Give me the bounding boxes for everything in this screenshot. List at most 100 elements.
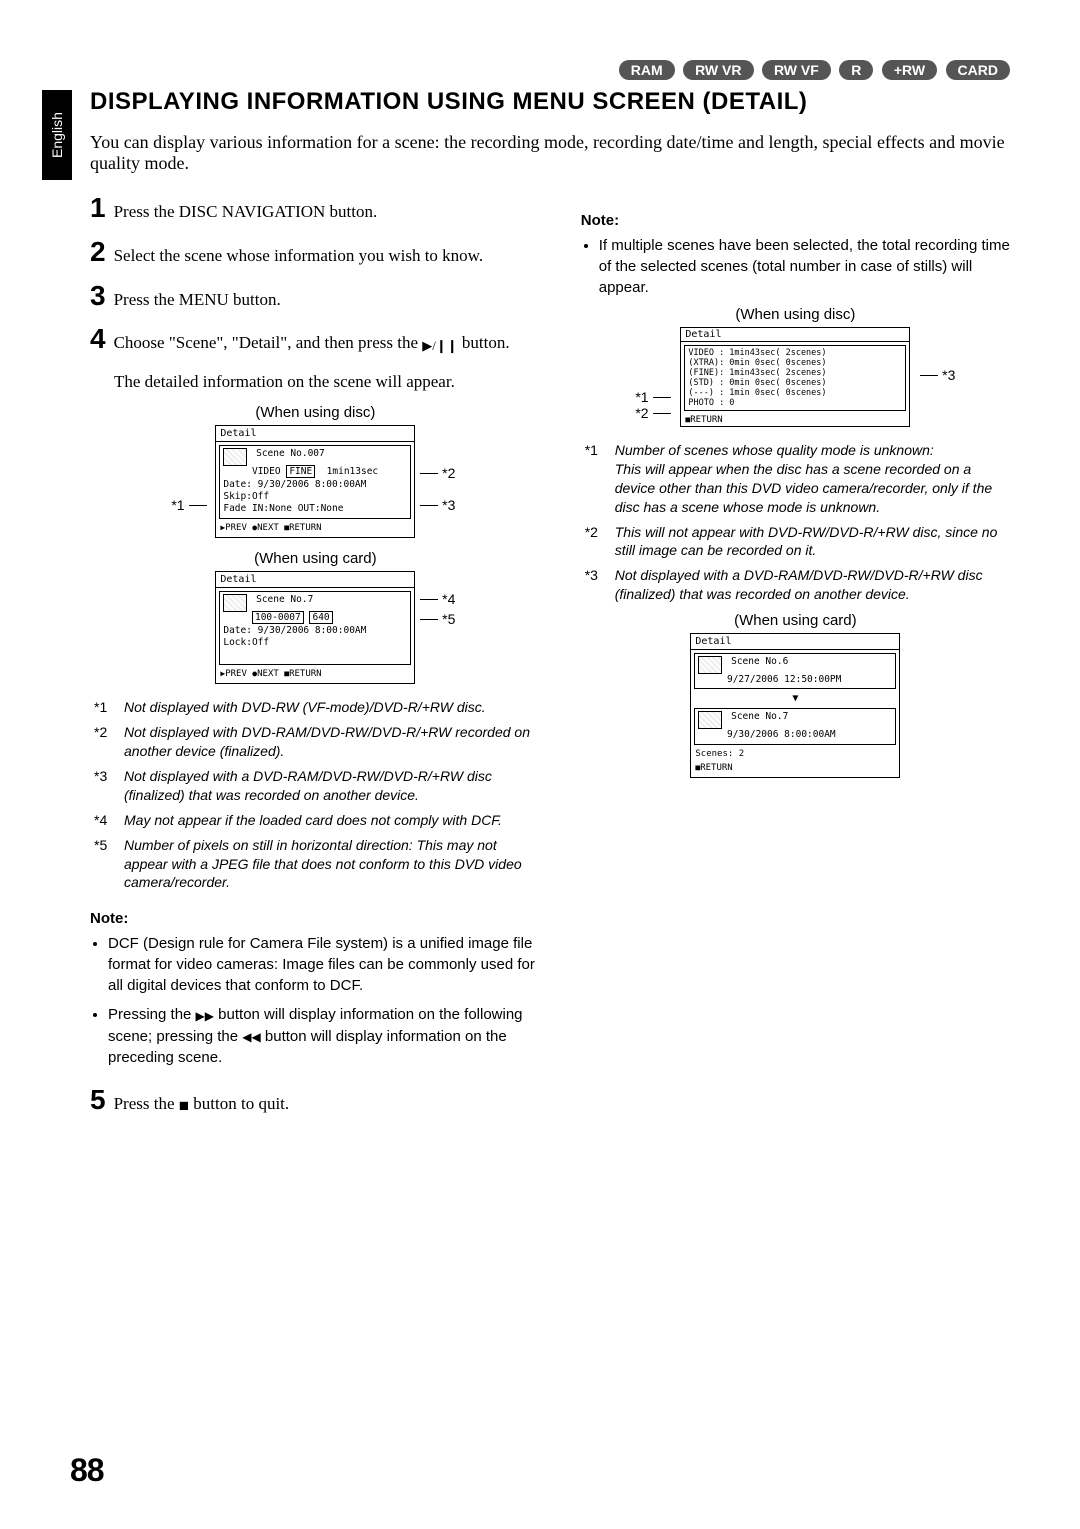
step-2: 2 Select the scene whose information you… — [90, 238, 541, 268]
annot-4: *4 — [420, 591, 455, 607]
row-0: VIDEO : 1min43sec( 2scenes) — [688, 348, 826, 358]
m-annot-1: *1 — [635, 389, 670, 405]
card-caption: (When using card) — [90, 550, 541, 567]
disc-diagram: Detail Scene No.007 VIDEO FINE 1min13sec… — [175, 425, 455, 538]
multi-disc-caption: (When using disc) — [581, 306, 1010, 323]
tag-r: R — [839, 60, 873, 80]
step-4: 4 Choose "Scene", "Detail", and then pre… — [90, 325, 541, 356]
arrow-down-icon: ▼ — [691, 692, 899, 705]
return-label: RETURN — [690, 415, 723, 425]
step-number-2: 2 — [90, 238, 106, 266]
page-number: 88 — [70, 1452, 104, 1489]
fn-r-1: *1 — [585, 441, 607, 517]
annot-1: *1 — [171, 497, 206, 513]
step-text-4: Choose "Scene", "Detail", and then press… — [114, 331, 541, 356]
step-3: 3 Press the MENU button. — [90, 282, 541, 312]
card-diagram: Detail Scene No.7 100-0007 640 Date: 9/3… — [175, 571, 455, 684]
multi-card-caption: (When using card) — [581, 612, 1010, 629]
m-annot-2: *2 — [635, 405, 670, 421]
step-number-5: 5 — [90, 1086, 106, 1114]
mc-d7: 9/30/2006 8:00:00AM — [727, 729, 836, 740]
tag-rwvf: RW VF — [762, 60, 831, 80]
date-line: Date: 9/30/2006 8:00:00AM — [223, 479, 366, 490]
step-number-4: 4 — [90, 325, 106, 353]
fn-l-5t: Number of pixels on still in horizontal … — [124, 836, 541, 893]
step-number-1: 1 — [90, 194, 106, 222]
step-text-1: Press the DISC NAVIGATION button. — [114, 200, 541, 224]
fn-r-1tb: This will appear when the disc has a sce… — [615, 461, 992, 515]
row-2: (FINE): 1min43sec( 2scenes) — [688, 368, 826, 378]
step4-a: Choose "Scene", "Detail", and then press… — [114, 333, 423, 352]
next-label: NEXT — [257, 669, 279, 679]
mc-s6: Scene No.6 — [731, 656, 788, 667]
detail-footer: PREV NEXT RETURN — [216, 522, 414, 536]
prev-label: PREV — [225, 523, 247, 533]
fn-r-1t: Number of scenes whose quality mode is u… — [615, 441, 1010, 517]
step-text-2: Select the scene whose information you w… — [114, 244, 541, 268]
fn-r-3: *3 — [585, 566, 607, 604]
note-dcf: DCF (Design rule for Camera File system)… — [108, 933, 541, 996]
left-footnotes: *1Not displayed with DVD-RW (VF-mode)/DV… — [90, 698, 541, 892]
fn-l-2: *2 — [94, 723, 116, 761]
fn-l-1t: Not displayed with DVD-RW (VF-mode)/DVD-… — [124, 698, 486, 717]
skip-line: Skip:Off — [223, 491, 269, 502]
detail-header: Detail — [216, 426, 414, 442]
return-label: RETURN — [289, 523, 322, 533]
mc-s7: Scene No.7 — [731, 711, 788, 722]
disc-caption: (When using disc) — [90, 404, 541, 421]
note-heading-right: Note: — [581, 212, 1010, 229]
thumbnail-icon — [698, 656, 722, 674]
fn-r-1ta: Number of scenes whose quality mode is u… — [615, 442, 934, 458]
note-multi: If multiple scenes have been selected, t… — [599, 235, 1010, 298]
fn-r-2t: This will not appear with DVD-RW/DVD-R/+… — [615, 523, 1010, 561]
mc-row1: Scene No.6 9/27/2006 12:50:00PM — [694, 653, 896, 689]
intro-text: You can display various information for … — [90, 132, 1010, 174]
photo-row: PHOTO : 0 — [688, 398, 734, 408]
step-number-3: 3 — [90, 282, 106, 310]
mc-count: Scenes: 2 — [691, 748, 899, 762]
step5-a: Press the — [114, 1094, 179, 1113]
step-text-5: Press the button to quit. — [114, 1092, 541, 1117]
step4-b: button. — [458, 333, 510, 352]
annot-3: *3 — [420, 497, 455, 513]
row-1: (XTRA): 0min 0sec( 0scenes) — [688, 358, 826, 368]
fn-l-2t: Not displayed with DVD-RAM/DVD-RW/DVD-R/… — [124, 723, 541, 761]
step-text-3: Press the MENU button. — [114, 288, 541, 312]
multi-card-diagram: Detail Scene No.6 9/27/2006 12:50:00PM ▼… — [675, 633, 915, 778]
mode-box: FINE — [286, 465, 315, 478]
multi-disc-diagram: Detail VIDEO : 1min43sec( 2scenes) (XTRA… — [635, 327, 955, 427]
mc-header: Detail — [691, 634, 899, 650]
tag-plusrw: +RW — [882, 60, 937, 80]
annot-5: *5 — [420, 611, 455, 627]
thumbnail-icon — [223, 448, 247, 466]
fn-l-4t: May not appear if the loaded card does n… — [124, 811, 502, 830]
page-content: RAM RW VR RW VF R +RW CARD DISPLAYING IN… — [0, 0, 1080, 1171]
fn-l-4: *4 — [94, 811, 116, 830]
multi-body: VIDEO : 1min43sec( 2scenes) (XTRA): 0min… — [684, 345, 906, 411]
thumbnail-icon — [698, 711, 722, 729]
mc-d6: 9/27/2006 12:50:00PM — [727, 674, 841, 685]
note-nav: Pressing the button will display informa… — [108, 1004, 541, 1068]
row-4: (---) : 1min 0sec( 0scenes) — [688, 388, 826, 398]
step-5: 5 Press the button to quit. — [90, 1086, 541, 1117]
note-list-left: DCF (Design rule for Camera File system)… — [90, 933, 541, 1068]
card-body: Scene No.7 100-0007 640 Date: 9/30/2006 … — [219, 591, 411, 664]
step-1: 1 Press the DISC NAVIGATION button. — [90, 194, 541, 224]
media-tags-row: RAM RW VR RW VF R +RW CARD — [90, 60, 1010, 80]
mc-row2: Scene No.7 9/30/2006 8:00:00AM — [694, 708, 896, 744]
file-code: 100-0007 — [252, 611, 304, 624]
m-annot-3: *3 — [920, 367, 955, 383]
thumbnail-icon — [223, 594, 247, 612]
card-scene: Scene No.7 — [256, 594, 313, 605]
fade-line: Fade IN:None OUT:None — [223, 503, 343, 514]
video-label: VIDEO — [252, 466, 281, 477]
right-footnotes: *1 Number of scenes whose quality mode i… — [581, 441, 1010, 604]
fn-l-3: *3 — [94, 767, 116, 805]
language-tab: English — [42, 90, 72, 180]
step5-b: button to quit. — [189, 1094, 289, 1113]
prev-label: PREV — [225, 669, 247, 679]
scene-no: Scene No.007 — [256, 448, 325, 459]
tag-ram: RAM — [619, 60, 675, 80]
multi-header: Detail — [681, 328, 909, 342]
note-nav-a: Pressing the — [108, 1006, 196, 1023]
